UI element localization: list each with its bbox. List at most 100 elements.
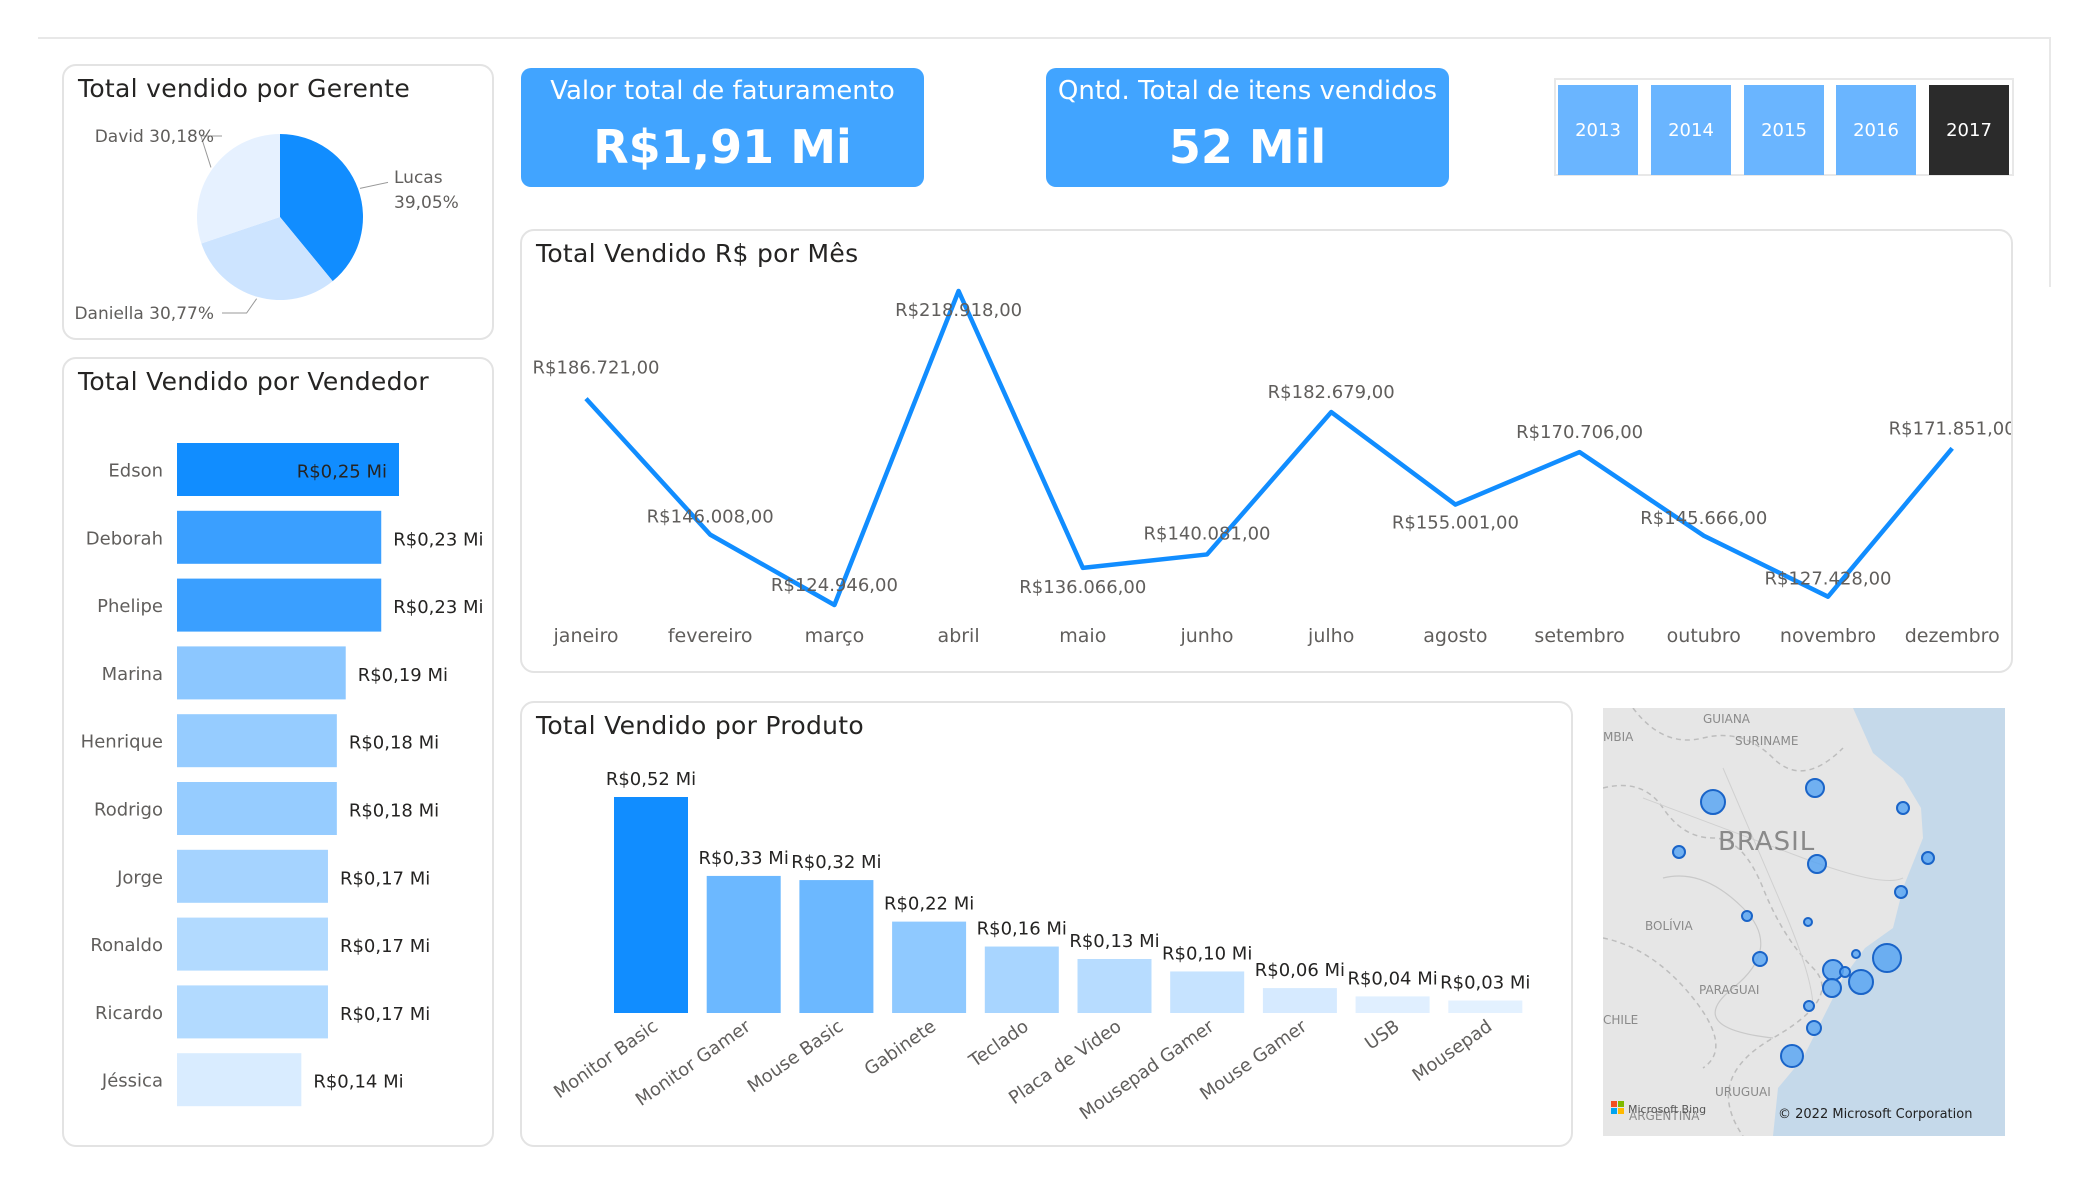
product-bar[interactable] xyxy=(1355,996,1430,1013)
seller-bar[interactable] xyxy=(177,917,328,971)
pie-data-label: 39,05% xyxy=(394,193,459,213)
seller-bar-card[interactable]: Total Vendido por Vendedor Edson R$0,25 M… xyxy=(62,357,494,1147)
seller-data-label: R$0,23 Mi xyxy=(393,529,483,550)
month-data-label: R$182.679,00 xyxy=(1268,382,1395,403)
kpi-items-card: Qntd. Total de itens vendidos 52 Mil xyxy=(1046,68,1449,187)
year-button-2015[interactable]: 2015 xyxy=(1744,85,1824,175)
map-bubble[interactable] xyxy=(1805,778,1825,798)
map-canvas: GUIANA SURINAME MBIA BRASIL BOLÍVIA PARA… xyxy=(1603,708,2005,1136)
product-axis-label: USB xyxy=(1361,1016,1403,1054)
product-data-label: R$0,52 Mi xyxy=(606,769,696,790)
month-data-label: R$218.918,00 xyxy=(895,300,1022,321)
seller-category-label: Rodrigo xyxy=(94,800,163,821)
monthly-line-series[interactable] xyxy=(584,288,1954,608)
pie-data-label: David 30,18% xyxy=(95,127,214,147)
month-axis-label: julho xyxy=(1307,625,1354,647)
product-axis-label: Teclado xyxy=(965,1016,1033,1072)
month-data-label: R$127.428,00 xyxy=(1764,569,1891,590)
monthly-line-card[interactable]: Total Vendido R$ por Mês janeiro R$186.72… xyxy=(520,229,2013,673)
product-data-label: R$0,32 Mi xyxy=(791,852,881,873)
month-data-label: R$170.706,00 xyxy=(1516,422,1643,443)
product-bar[interactable] xyxy=(1262,988,1337,1013)
seller-bar[interactable] xyxy=(177,510,382,564)
seller-category-label: Jéssica xyxy=(101,1071,163,1092)
seller-data-label: R$0,23 Mi xyxy=(393,597,483,618)
map-bubble[interactable] xyxy=(1741,910,1753,922)
product-bar[interactable] xyxy=(1170,971,1245,1013)
product-bar-card[interactable]: Total Vendido por Produto R$0,52 Mi Monit… xyxy=(520,701,1573,1147)
seller-category-label: Ricardo xyxy=(95,1003,163,1024)
kpi-revenue-card: Valor total de faturamento R$1,91 Mi xyxy=(521,68,924,187)
map-bubble[interactable] xyxy=(1839,966,1851,978)
map-label-paraguai: PARAGUAI xyxy=(1699,983,1759,997)
map-bubble[interactable] xyxy=(1896,801,1910,815)
month-axis-label: janeiro xyxy=(553,625,619,647)
map-bubble[interactable] xyxy=(1803,917,1813,927)
map-label-guiana: GUIANA xyxy=(1703,712,1751,726)
kpi-items-label: Qntd. Total de itens vendidos xyxy=(1057,76,1438,106)
seller-category-label: Marina xyxy=(102,664,163,685)
seller-bar[interactable] xyxy=(177,849,328,903)
product-bar[interactable] xyxy=(1077,959,1152,1013)
seller-bar[interactable] xyxy=(177,714,337,768)
seller-bar[interactable] xyxy=(177,985,328,1039)
month-data-label: R$140.081,00 xyxy=(1143,523,1270,544)
map-bubble[interactable] xyxy=(1803,1000,1815,1012)
kpi-revenue-value: R$1,91 Mi xyxy=(593,120,852,174)
year-button-2016[interactable]: 2016 xyxy=(1836,85,1916,175)
seller-bar[interactable] xyxy=(177,1053,302,1107)
seller-data-label: R$0,18 Mi xyxy=(349,733,439,754)
pie-data-label: Daniella 30,77% xyxy=(74,304,214,324)
year-slicer: 2013 2014 2015 2016 2017 xyxy=(1554,78,2014,176)
product-data-label: R$0,10 Mi xyxy=(1162,943,1252,964)
seller-bar[interactable] xyxy=(177,646,346,700)
month-data-label: R$124.946,00 xyxy=(771,575,898,596)
map-bubble[interactable] xyxy=(1806,1020,1822,1036)
month-axis-label: abril xyxy=(938,625,980,647)
seller-category-label: Edson xyxy=(108,461,163,482)
product-bar[interactable] xyxy=(892,921,967,1013)
seller-bar[interactable] xyxy=(177,578,382,632)
product-bar[interactable] xyxy=(706,875,781,1013)
month-axis-label: agosto xyxy=(1423,625,1487,647)
month-axis-label: dezembro xyxy=(1905,625,2000,647)
seller-bar[interactable] xyxy=(177,782,337,835)
seller-bar-chart[interactable]: Edson R$0,25 Mi Deborah R$0,23 Mi Phelipe R$0… xyxy=(64,359,492,1145)
seller-category-label: Ronaldo xyxy=(90,935,163,956)
product-bar-chart[interactable]: R$0,52 MiMonitor BasicR$0,33 MiMonitor G… xyxy=(522,703,1571,1145)
month-axis-label: março xyxy=(805,625,865,647)
month-axis-label: novembro xyxy=(1780,625,1876,647)
product-bar[interactable] xyxy=(799,880,874,1013)
map-bubble[interactable] xyxy=(1672,845,1686,859)
year-button-2014[interactable]: 2014 xyxy=(1651,85,1731,175)
month-axis-label: outubro xyxy=(1667,625,1741,647)
map-bubble[interactable] xyxy=(1894,885,1908,899)
map-bubble[interactable] xyxy=(1872,943,1902,973)
product-bar[interactable] xyxy=(1448,1000,1523,1013)
map-bubble[interactable] xyxy=(1822,978,1842,998)
map-bubble[interactable] xyxy=(1780,1044,1804,1068)
sales-map[interactable]: GUIANA SURINAME MBIA BRASIL BOLÍVIA PARA… xyxy=(1603,708,2005,1136)
map-bubble[interactable] xyxy=(1807,854,1827,874)
manager-pie-chart[interactable]: Lucas 39,05% Daniella 30,77% David 30,18% xyxy=(64,66,492,338)
year-button-2013[interactable]: 2013 xyxy=(1558,85,1638,175)
map-bubble[interactable] xyxy=(1921,851,1935,865)
map-bubble[interactable] xyxy=(1700,789,1726,815)
pie-leader-line xyxy=(359,181,389,189)
month-data-label: R$155.001,00 xyxy=(1392,513,1519,534)
map-bubble[interactable] xyxy=(1851,949,1861,959)
seller-category-label: Deborah xyxy=(86,528,163,549)
manager-pie-card[interactable]: Total vendido por Gerente Lucas 39,05% Dan… xyxy=(62,64,494,340)
map-label-suriname: SURINAME xyxy=(1735,734,1798,748)
map-label-colombia: MBIA xyxy=(1603,730,1634,744)
product-data-label: R$0,22 Mi xyxy=(884,894,974,915)
product-axis-label: Mouse Basic xyxy=(744,1016,848,1097)
product-bar[interactable] xyxy=(984,946,1059,1013)
year-button-2017[interactable]: 2017 xyxy=(1929,85,2009,175)
product-bar[interactable] xyxy=(614,797,688,1013)
map-bubble[interactable] xyxy=(1752,951,1768,967)
map-bubble[interactable] xyxy=(1848,969,1874,995)
monthly-line-chart[interactable]: janeiro R$186.721,00 fevereiro R$146.008,00… xyxy=(522,231,2011,671)
seller-data-label: R$0,17 Mi xyxy=(340,868,430,889)
seller-data-label: R$0,25 Mi xyxy=(297,462,387,483)
